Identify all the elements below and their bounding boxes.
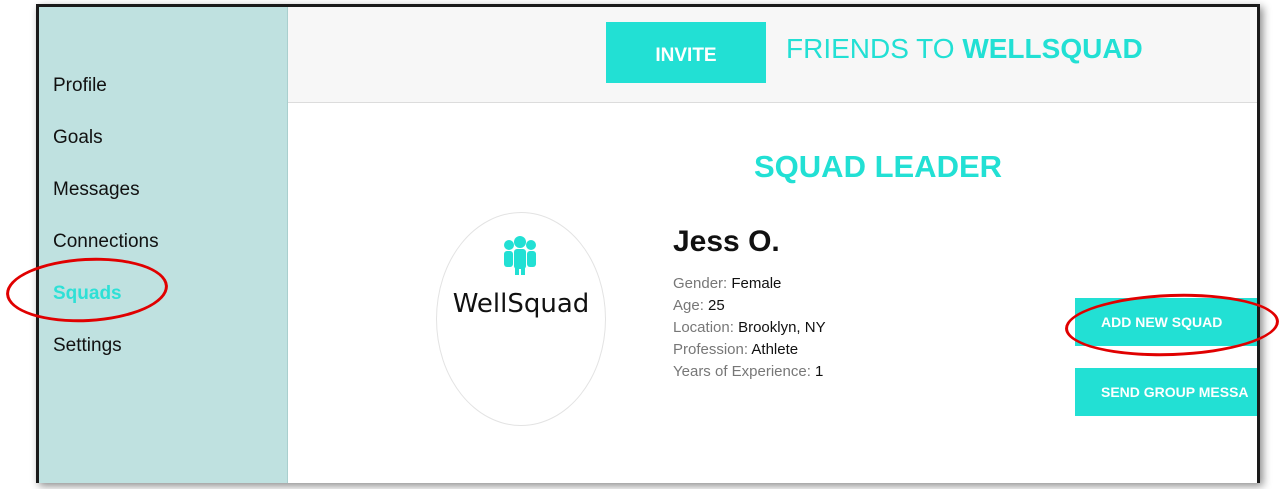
- detail-value: 25: [708, 297, 725, 314]
- avatar: WellSquad: [436, 212, 606, 426]
- add-new-squad-button[interactable]: ADD NEW SQUAD: [1075, 298, 1257, 346]
- detail-value: 1: [815, 363, 824, 380]
- invite-banner: INVITE FRIENDS TO WELLSQUAD: [288, 7, 1257, 103]
- sidebar-item-messages[interactable]: Messages: [53, 179, 140, 201]
- sidebar-item-goals[interactable]: Goals: [53, 127, 103, 149]
- leader-details: Gender: Female Age: 25 Location: Brookly…: [673, 273, 826, 383]
- sidebar-item-profile[interactable]: Profile: [53, 75, 107, 97]
- sidebar-item-squads[interactable]: Squads: [53, 283, 122, 305]
- detail-label: Years of Experience:: [673, 363, 811, 380]
- sidebar: Profile Goals Messages Connections Squad…: [39, 7, 288, 483]
- invite-tagline: FRIENDS TO WELLSQUAD: [786, 33, 1143, 65]
- detail-experience: Years of Experience: 1: [673, 361, 826, 383]
- wellsquad-logo-text: WellSquad: [452, 289, 590, 319]
- detail-gender: Gender: Female: [673, 273, 826, 295]
- invite-button[interactable]: INVITE: [606, 22, 766, 83]
- detail-location: Location: Brooklyn, NY: [673, 317, 826, 339]
- detail-profession: Profession: Athlete: [673, 339, 826, 361]
- send-group-message-button[interactable]: SEND GROUP MESSA: [1075, 368, 1257, 416]
- detail-age: Age: 25: [673, 295, 826, 317]
- group-people-icon: [504, 236, 536, 275]
- detail-label: Gender:: [673, 275, 728, 292]
- squad-leader-heading: SQUAD LEADER: [754, 149, 1003, 184]
- sidebar-item-settings[interactable]: Settings: [53, 335, 122, 357]
- leader-name: Jess O.: [673, 225, 780, 258]
- detail-value: Female: [731, 275, 782, 292]
- invite-tagline-brand: WELLSQUAD: [962, 33, 1143, 64]
- detail-value: Athlete: [751, 341, 799, 358]
- sidebar-item-connections[interactable]: Connections: [53, 231, 159, 253]
- main-content: INVITE FRIENDS TO WELLSQUAD SQUAD LEADER…: [288, 7, 1257, 483]
- detail-label: Profession:: [673, 341, 749, 358]
- app-window: Profile Goals Messages Connections Squad…: [36, 4, 1260, 483]
- detail-value: Brooklyn, NY: [738, 319, 826, 336]
- invite-tagline-prefix: FRIENDS TO: [786, 33, 963, 64]
- detail-label: Location:: [673, 319, 734, 336]
- detail-label: Age:: [673, 297, 704, 314]
